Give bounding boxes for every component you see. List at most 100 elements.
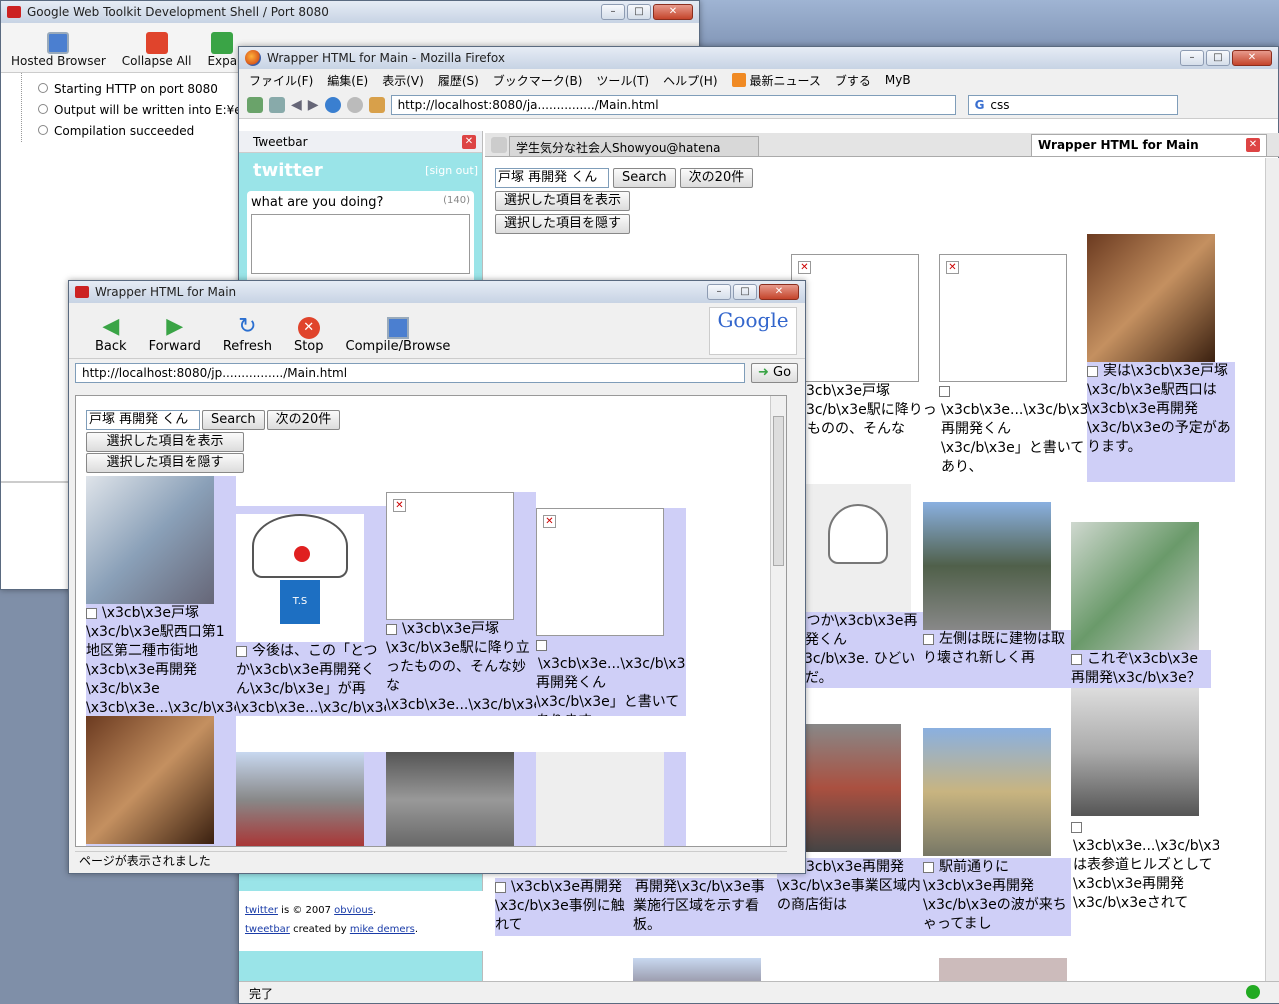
bookmark-latest-news[interactable]: 最新ニュース: [750, 72, 821, 89]
expand-icon: [211, 32, 234, 54]
tweetbar-link[interactable]: tweetbar: [245, 924, 290, 935]
back-button[interactable]: ◀ Back: [95, 314, 127, 354]
scroll-thumb[interactable]: [773, 416, 784, 566]
minimize-button[interactable]: –: [707, 284, 731, 300]
search-box[interactable]: Gcss: [967, 94, 1178, 115]
select-checkbox[interactable]: [923, 861, 934, 873]
result-caption: \x3cb\x3e...\x3c/b\x3eは表参道ヒルズとして\x3cb\x3…: [1071, 818, 1219, 928]
menu-edit[interactable]: 編集(E): [327, 72, 368, 89]
status-prompt: what are you doing?: [251, 195, 384, 210]
menu-file[interactable]: ファイル(F): [249, 72, 313, 89]
tab-label: 学生気分な社会人Showyou@hatena: [516, 141, 721, 155]
stop-button[interactable]: ✕ Stop: [294, 317, 324, 354]
close-button[interactable]: ✕: [759, 284, 799, 300]
menu-bookmarks[interactable]: ブックマーク(B): [493, 72, 583, 89]
result-cell: \x3cb\x3e戸塚\x3c/b\x3e駅西口第1地区第二種市街地\x3cb\…: [86, 476, 236, 716]
mike-demers-link[interactable]: mike demers: [350, 924, 415, 935]
result-caption: \x3cb\x3e再開発\x3c/b\x3e事例に触れて: [495, 878, 633, 936]
query-input[interactable]: 戸塚 再開発 くん: [86, 410, 200, 430]
reload-icon[interactable]: [324, 96, 341, 113]
status-textarea[interactable]: [251, 214, 470, 274]
firefox-navbar: ◀ ▶ http://localhost:8080/ja............…: [239, 91, 1278, 119]
bookmark-myb[interactable]: MyB: [885, 73, 911, 87]
minimize-button[interactable]: –: [1180, 50, 1204, 66]
hosted-url-input[interactable]: http://localhost:8080/jp................…: [75, 363, 745, 383]
next-20-button[interactable]: 次の20件: [266, 410, 341, 430]
photo-aerial-station: [86, 476, 214, 604]
address-text: http://localhost:8080/ja.............../…: [397, 97, 659, 112]
screenshot-icon[interactable]: [269, 96, 285, 113]
hide-selected-button[interactable]: 選択した項目を隠す: [86, 453, 244, 473]
select-checkbox[interactable]: [386, 623, 397, 635]
footer-text: is © 2007: [277, 905, 335, 916]
select-checkbox[interactable]: [495, 881, 506, 893]
stop-icon[interactable]: [346, 96, 363, 113]
hide-selected-button[interactable]: 選択した項目を隠す: [495, 214, 631, 234]
close-tab-icon[interactable]: ✕: [1246, 138, 1260, 152]
select-checkbox[interactable]: [1071, 653, 1082, 665]
caption-text: 今後は、この「とつか\x3cb\x3e再開発くん\x3c/b\x3e」が再\x3…: [236, 643, 386, 716]
close-button[interactable]: ✕: [653, 4, 693, 20]
show-selected-button[interactable]: 選択した項目を表示: [86, 432, 244, 452]
search-form: 戸塚 再開発 くん Search 次の20件: [495, 168, 754, 188]
refresh-button[interactable]: ↻ Refresh: [223, 314, 272, 354]
tab-hatena[interactable]: 学生気分な社会人Showyou@hatena: [509, 136, 759, 156]
close-button[interactable]: ✕: [1232, 50, 1272, 66]
caption-text: 実は\x3cb\x3e戸塚\x3c/b\x3e駅西口は\x3cb\x3e再開発\…: [1087, 363, 1231, 455]
gwt-app-icon: [7, 6, 21, 18]
select-checkbox[interactable]: [1071, 821, 1082, 833]
result-cell: ✕ \x3cb\x3e戸塚\x3c/b\x3e駅に降り立ったものの、そんな妙な\x…: [386, 492, 536, 716]
maximize-button[interactable]: □: [627, 4, 651, 20]
broken-image: ✕: [939, 254, 1067, 382]
result-caption: 駅前通りに\x3cb\x3e再開発\x3c/b\x3eの波が来ちゃってまし: [923, 858, 1071, 936]
compile-browse-button[interactable]: Compile/Browse: [345, 317, 451, 354]
next-20-button[interactable]: 次の20件: [679, 168, 754, 188]
menu-help[interactable]: ヘルプ(H): [663, 72, 717, 89]
close-sidebar-icon[interactable]: ✕: [462, 134, 476, 149]
select-checkbox[interactable]: [536, 639, 547, 651]
menu-view[interactable]: 表示(V): [382, 72, 424, 89]
go-button[interactable]: ➜ Go: [751, 363, 799, 383]
maximize-button[interactable]: □: [733, 284, 757, 300]
query-text: 戸塚 再開発 くん: [89, 412, 189, 427]
search-button[interactable]: Search: [613, 168, 676, 188]
google-search-engine-icon[interactable]: G: [975, 98, 985, 112]
new-tab-button[interactable]: [491, 137, 507, 153]
select-checkbox[interactable]: [236, 645, 247, 657]
home-icon[interactable]: [368, 96, 385, 113]
show-selected-button[interactable]: 選択した項目を表示: [495, 191, 631, 211]
secure-check-icon: [1246, 985, 1260, 999]
back-arrow-icon[interactable]: ◀: [291, 97, 302, 113]
menu-history[interactable]: 履歴(S): [438, 72, 479, 89]
maximize-button[interactable]: □: [1206, 50, 1230, 66]
hosted-browser-button[interactable]: Hosted Browser: [11, 32, 106, 68]
query-input[interactable]: 戸塚 再開発 くん: [495, 168, 609, 188]
tab-wrapper-main[interactable]: Wrapper HTML for Main ✕: [1031, 134, 1267, 156]
new-tab-icon[interactable]: [247, 96, 263, 113]
hosted-vertical-scrollbar[interactable]: [770, 396, 786, 846]
browser-icon: [47, 32, 70, 54]
twitter-link[interactable]: twitter: [245, 905, 278, 916]
result-caption: とつか\x3cb\x3e再開発くん\x3c/b\x3e. ひどいゆだ。: [791, 612, 923, 688]
collapse-all-label: Collapse All: [121, 54, 192, 68]
expand-all-button[interactable]: Expa: [207, 32, 237, 68]
forward-button[interactable]: ▶ Forward: [149, 314, 201, 354]
sign-out-link[interactable]: [sign out]: [425, 164, 478, 177]
address-bar[interactable]: http://localhost:8080/ja.............../…: [390, 94, 956, 115]
tab-label: Wrapper HTML for Main: [1038, 138, 1199, 152]
select-checkbox[interactable]: [923, 633, 934, 645]
search-button[interactable]: Search: [202, 410, 265, 430]
bookmark-bu[interactable]: ブする: [835, 72, 871, 89]
vertical-scrollbar[interactable]: [1265, 158, 1279, 983]
minimize-button[interactable]: –: [601, 4, 625, 20]
compile-browse-label: Compile/Browse: [345, 339, 451, 354]
forward-arrow-icon[interactable]: ▶: [308, 97, 319, 113]
result-caption: \x3cb\x3e戸塚\x3c/b\x3e駅に降りったものの、そんな: [791, 382, 939, 478]
collapse-all-button[interactable]: Collapse All: [121, 32, 192, 68]
select-checkbox[interactable]: [86, 607, 97, 619]
obvious-link[interactable]: obvious: [334, 905, 373, 916]
select-checkbox[interactable]: [939, 385, 950, 397]
photo-mascot: T.S: [236, 514, 364, 642]
menu-tools[interactable]: ツール(T): [596, 72, 649, 89]
select-checkbox[interactable]: [1087, 365, 1098, 377]
